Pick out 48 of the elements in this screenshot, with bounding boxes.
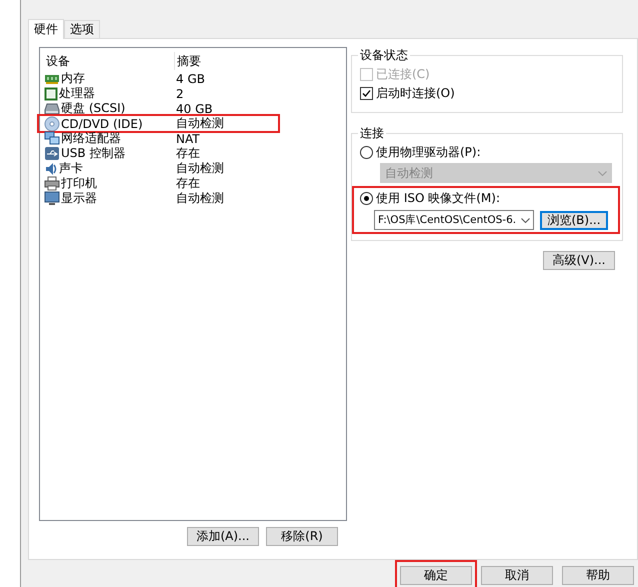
device-summary: 2 [175,86,184,100]
device-name[interactable]: 内存 [61,70,85,87]
cancel-button[interactable]: 取消 [481,566,553,585]
printer-icon [44,176,60,191]
radio-label[interactable]: 使用物理驱动器(P): [376,144,481,160]
speaker-icon [44,160,58,176]
checkbox[interactable] [360,86,373,100]
device-name[interactable]: 处理器 [59,85,95,102]
column-header[interactable]: 设备 [44,52,70,70]
device-summary: 自动检测 [175,115,224,132]
memory-chip-icon [44,72,60,84]
processor-icon [44,86,58,100]
group-title: 设备状态 [359,47,409,64]
iso-path-field[interactable]: F:\OS库\CentOS\CentOS-6. [374,210,534,230]
device-name[interactable]: 声卡 [59,160,83,177]
device-name[interactable]: 显示器 [61,190,97,207]
radio-button[interactable] [360,146,373,158]
device-summary: NAT [175,132,200,146]
device-name[interactable]: 网络适配器 [61,130,121,147]
device-summary: 自动检测 [175,160,224,177]
device-summary: 存在 [175,145,200,162]
chevron-down-icon [598,170,607,176]
help-button[interactable]: 帮助 [562,566,634,585]
usb-icon [44,146,60,161]
monitor-icon [44,191,60,206]
radio-button[interactable] [360,192,373,204]
device-name[interactable]: USB 控制器 [61,145,126,162]
disc-icon [44,116,60,132]
network-icon [44,131,60,146]
device-summary: 4 GB [175,72,205,86]
device-name[interactable]: 打印机 [61,175,97,192]
checkbox-label[interactable]: 启动时连接(O) [376,84,455,102]
device-name[interactable]: 硬盘 (SCSI) [61,100,126,117]
remove-button[interactable]: 移除(R) [266,527,338,546]
tab[interactable]: 硬件 [28,19,64,39]
device-summary: 存在 [175,175,200,192]
column-header[interactable]: 摘要 [175,52,201,70]
radio-label[interactable]: 使用 ISO 映像文件(M): [376,190,500,206]
browse-button[interactable]: 浏览(B)... [540,210,608,230]
chevron-down-icon [521,218,530,222]
device-name[interactable]: CD/DVD (IDE) [61,116,143,130]
tab[interactable]: 选项 [64,20,100,38]
add-button[interactable]: 添加(A)... [187,527,259,546]
group-title: 连接 [359,125,385,142]
advanced-button[interactable]: 高级(V)... [543,251,615,270]
device-summary: 40 GB [175,102,213,116]
ok-button[interactable]: 确定 [400,566,472,585]
device-summary: 自动检测 [175,190,224,207]
